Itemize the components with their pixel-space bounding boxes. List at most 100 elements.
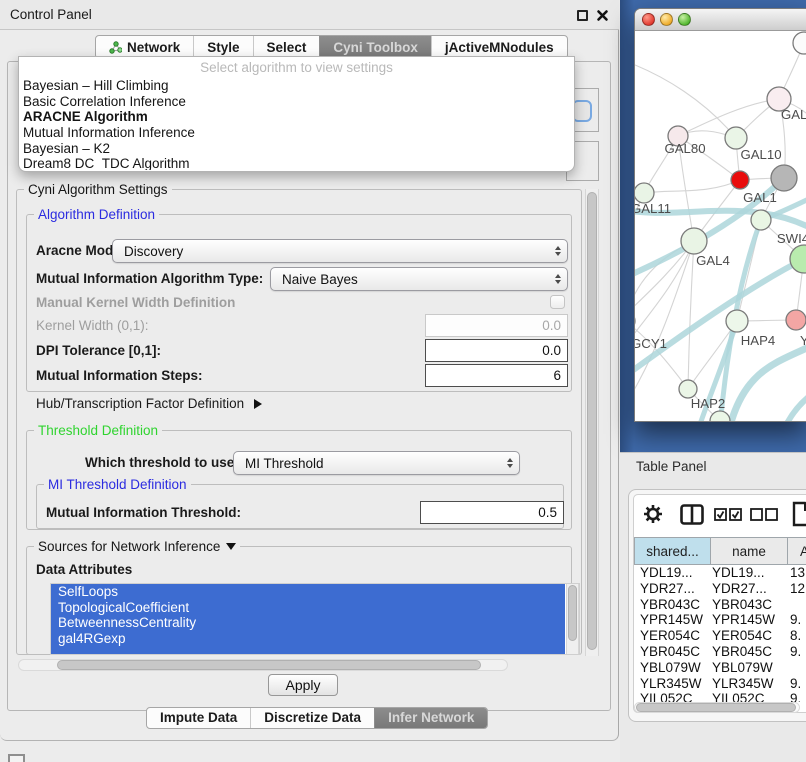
algorithm-option-basic-correlation-inference[interactable]: Basic Correlation Inference <box>21 94 572 110</box>
focused-button-fragment[interactable] <box>572 100 592 122</box>
deselect-all-checkboxes-icon[interactable] <box>750 508 778 526</box>
algorithm-option-aracne-algorithm[interactable]: ARACNE Algorithm <box>21 109 572 125</box>
panel-title: Control Panel <box>10 0 92 30</box>
node-label-gal10: GAL10 <box>740 147 781 162</box>
table-row[interactable]: YIL052CYIL052C9. <box>634 691 806 702</box>
kernel-width-field[interactable]: 0.0 <box>425 314 568 337</box>
algorithm-option-mutual-information-inference[interactable]: Mutual Information Inference <box>21 125 572 141</box>
column-header-name[interactable]: name <box>710 537 788 565</box>
attribute-item-selfloops[interactable]: SelfLoops <box>51 584 565 600</box>
table-row[interactable]: YPR145WYPR145W9. <box>634 612 806 628</box>
close-panel-icon[interactable] <box>596 9 609 27</box>
node-label-gal11: GAL11 <box>635 201 671 216</box>
network-node-node-bottom[interactable] <box>710 411 730 422</box>
bottom-tab-impute-data[interactable]: Impute Data <box>147 708 250 728</box>
table-row[interactable]: YDL19...YDL19...13 <box>634 565 806 581</box>
mi-type-label: Mutual Information Algorithm Type: <box>36 267 263 291</box>
screen: Control Panel NetworkStyleSelectCyni Too… <box>0 0 806 762</box>
network-canvas[interactable]: GAL80GAL10GALGAL1GAL11SWI4GAL4HAP4YGCY1H… <box>635 31 806 422</box>
node-label-hap2: HAP2 <box>691 396 725 411</box>
mi-steps-label: Mutual Information Steps: <box>36 364 203 387</box>
dpi-tolerance-label: DPI Tolerance [0,1]: <box>36 339 161 362</box>
expanded-arrow-icon <box>226 543 236 550</box>
stepper-arrows-icon <box>549 274 567 284</box>
sources-disclosure[interactable]: Sources for Network Inference <box>34 539 240 554</box>
document-icon[interactable] <box>792 501 806 532</box>
tab-cyni-toolbox[interactable]: Cyni Toolbox <box>319 36 431 58</box>
settings-horizontal-scrollbar[interactable] <box>18 659 508 671</box>
mi-threshold-field[interactable]: 0.5 <box>420 501 564 524</box>
mi-algorithm-type-select[interactable]: Naive Bayes <box>270 267 568 291</box>
column-header-a[interactable]: A <box>787 537 806 565</box>
threshold-definition-title: Threshold Definition <box>34 423 162 438</box>
node-label-gal-top: GAL <box>781 107 806 122</box>
mi-type-value: Naive Bayes <box>271 272 549 287</box>
table-horizontal-scrollbar[interactable] <box>634 702 800 713</box>
attribute-item[interactable] <box>51 646 565 655</box>
attribute-list-scrollbar[interactable] <box>566 584 579 654</box>
network-node-gal4[interactable] <box>681 228 707 254</box>
bottom-tab-bar: Impute DataDiscretize DataInfer Network <box>146 707 488 729</box>
algorithm-option-bayesian-k2[interactable]: Bayesian – K2 <box>21 141 572 157</box>
algorithm-option-bayesian-hill-climbing[interactable]: Bayesian – Hill Climbing <box>21 78 572 94</box>
select-all-checkboxes-icon[interactable] <box>714 508 742 526</box>
mi-threshold-title: MI Threshold Definition <box>44 477 191 492</box>
network-window-titlebar <box>635 9 806 31</box>
control-panel: Control Panel NetworkStyleSelectCyni Too… <box>0 0 619 741</box>
algorithm-option-dream8-dc-tdc-algorithm[interactable]: Dream8 DC_TDC Algorithm <box>21 156 572 170</box>
table-settings-gear-icon[interactable] <box>642 503 664 530</box>
attribute-item-betweennesscentrality[interactable]: BetweennessCentrality <box>51 615 565 631</box>
tab-style[interactable]: Style <box>193 36 252 58</box>
manual-kernel-checkbox[interactable] <box>550 295 565 309</box>
aracne-mode-select[interactable]: Discovery <box>112 239 568 263</box>
stepper-arrows-icon <box>549 246 567 256</box>
split-columns-icon[interactable] <box>680 504 704 530</box>
network-node-gal10[interactable] <box>725 127 747 149</box>
aracne-mode-value: Discovery <box>113 244 549 259</box>
column-header-shared[interactable]: shared... <box>634 537 711 565</box>
network-node-swi4[interactable] <box>751 210 771 230</box>
zoom-window-icon[interactable] <box>678 13 691 26</box>
algorithm-list: Bayesian – Hill ClimbingBasic Correlatio… <box>21 78 572 170</box>
network-node-node-gray[interactable] <box>771 165 797 191</box>
partial-taskbar-icon[interactable] <box>8 754 25 762</box>
which-threshold-select[interactable]: MI Threshold <box>233 451 520 475</box>
algorithm-dropdown-popup: Select algorithm to view settings Bayesi… <box>18 56 575 172</box>
node-label-hap4: HAP4 <box>741 333 775 348</box>
dpi-tolerance-field[interactable]: 0.0 <box>425 339 568 362</box>
stepper-arrows-icon <box>501 458 519 468</box>
collapsed-arrow-icon <box>254 399 262 409</box>
table-row[interactable]: YBL079WYBL079W <box>634 660 806 676</box>
table-row[interactable]: YBR045CYBR045C9. <box>634 644 806 660</box>
bottom-tab-infer-network[interactable]: Infer Network <box>374 708 487 728</box>
apply-button[interactable]: Apply <box>268 674 338 696</box>
tab-jactivemnodules[interactable]: jActiveMNodules <box>431 36 567 58</box>
table-row[interactable]: YER054CYER054C8. <box>634 628 806 644</box>
node-label-gal80: GAL80 <box>664 141 705 156</box>
tab-network[interactable]: Network <box>96 36 193 58</box>
table-row[interactable]: YDR27...YDR27...12 <box>634 581 806 597</box>
node-label-node-salmon: Y <box>800 333 806 348</box>
minimize-window-icon[interactable] <box>660 13 673 26</box>
node-label-gal4: GAL4 <box>696 253 730 268</box>
float-panel-icon[interactable] <box>577 10 588 21</box>
close-window-icon[interactable] <box>642 13 655 26</box>
network-node-node-salmon[interactable] <box>786 310 806 330</box>
node-label-gcy1: GCY1 <box>635 336 667 351</box>
network-node-hap4[interactable] <box>726 310 748 332</box>
hub-definition-disclosure[interactable]: Hub/Transcription Factor Definition <box>36 395 262 413</box>
settings-vertical-scrollbar[interactable] <box>585 189 599 656</box>
data-attributes-list: SelfLoopsTopologicalCoefficientBetweenne… <box>50 583 580 655</box>
algorithm-definition-title: Algorithm Definition <box>34 207 159 222</box>
control-panel-titlebar: Control Panel <box>0 0 619 30</box>
table-row[interactable]: YBR043CYBR043C <box>634 597 806 613</box>
network-node-gal11[interactable] <box>635 183 654 203</box>
attribute-item-gal4rgexp[interactable]: gal4RGexp <box>51 631 565 647</box>
table-row[interactable]: YLR345WYLR345W9. <box>634 676 806 692</box>
attribute-item-topologicalcoefficient[interactable]: TopologicalCoefficient <box>51 600 565 616</box>
tab-select[interactable]: Select <box>253 36 320 58</box>
network-node-node-top[interactable] <box>793 32 806 54</box>
mi-steps-field[interactable]: 6 <box>425 364 568 387</box>
bottom-tab-discretize-data[interactable]: Discretize Data <box>250 708 374 728</box>
network-node-gal1[interactable] <box>731 171 749 189</box>
